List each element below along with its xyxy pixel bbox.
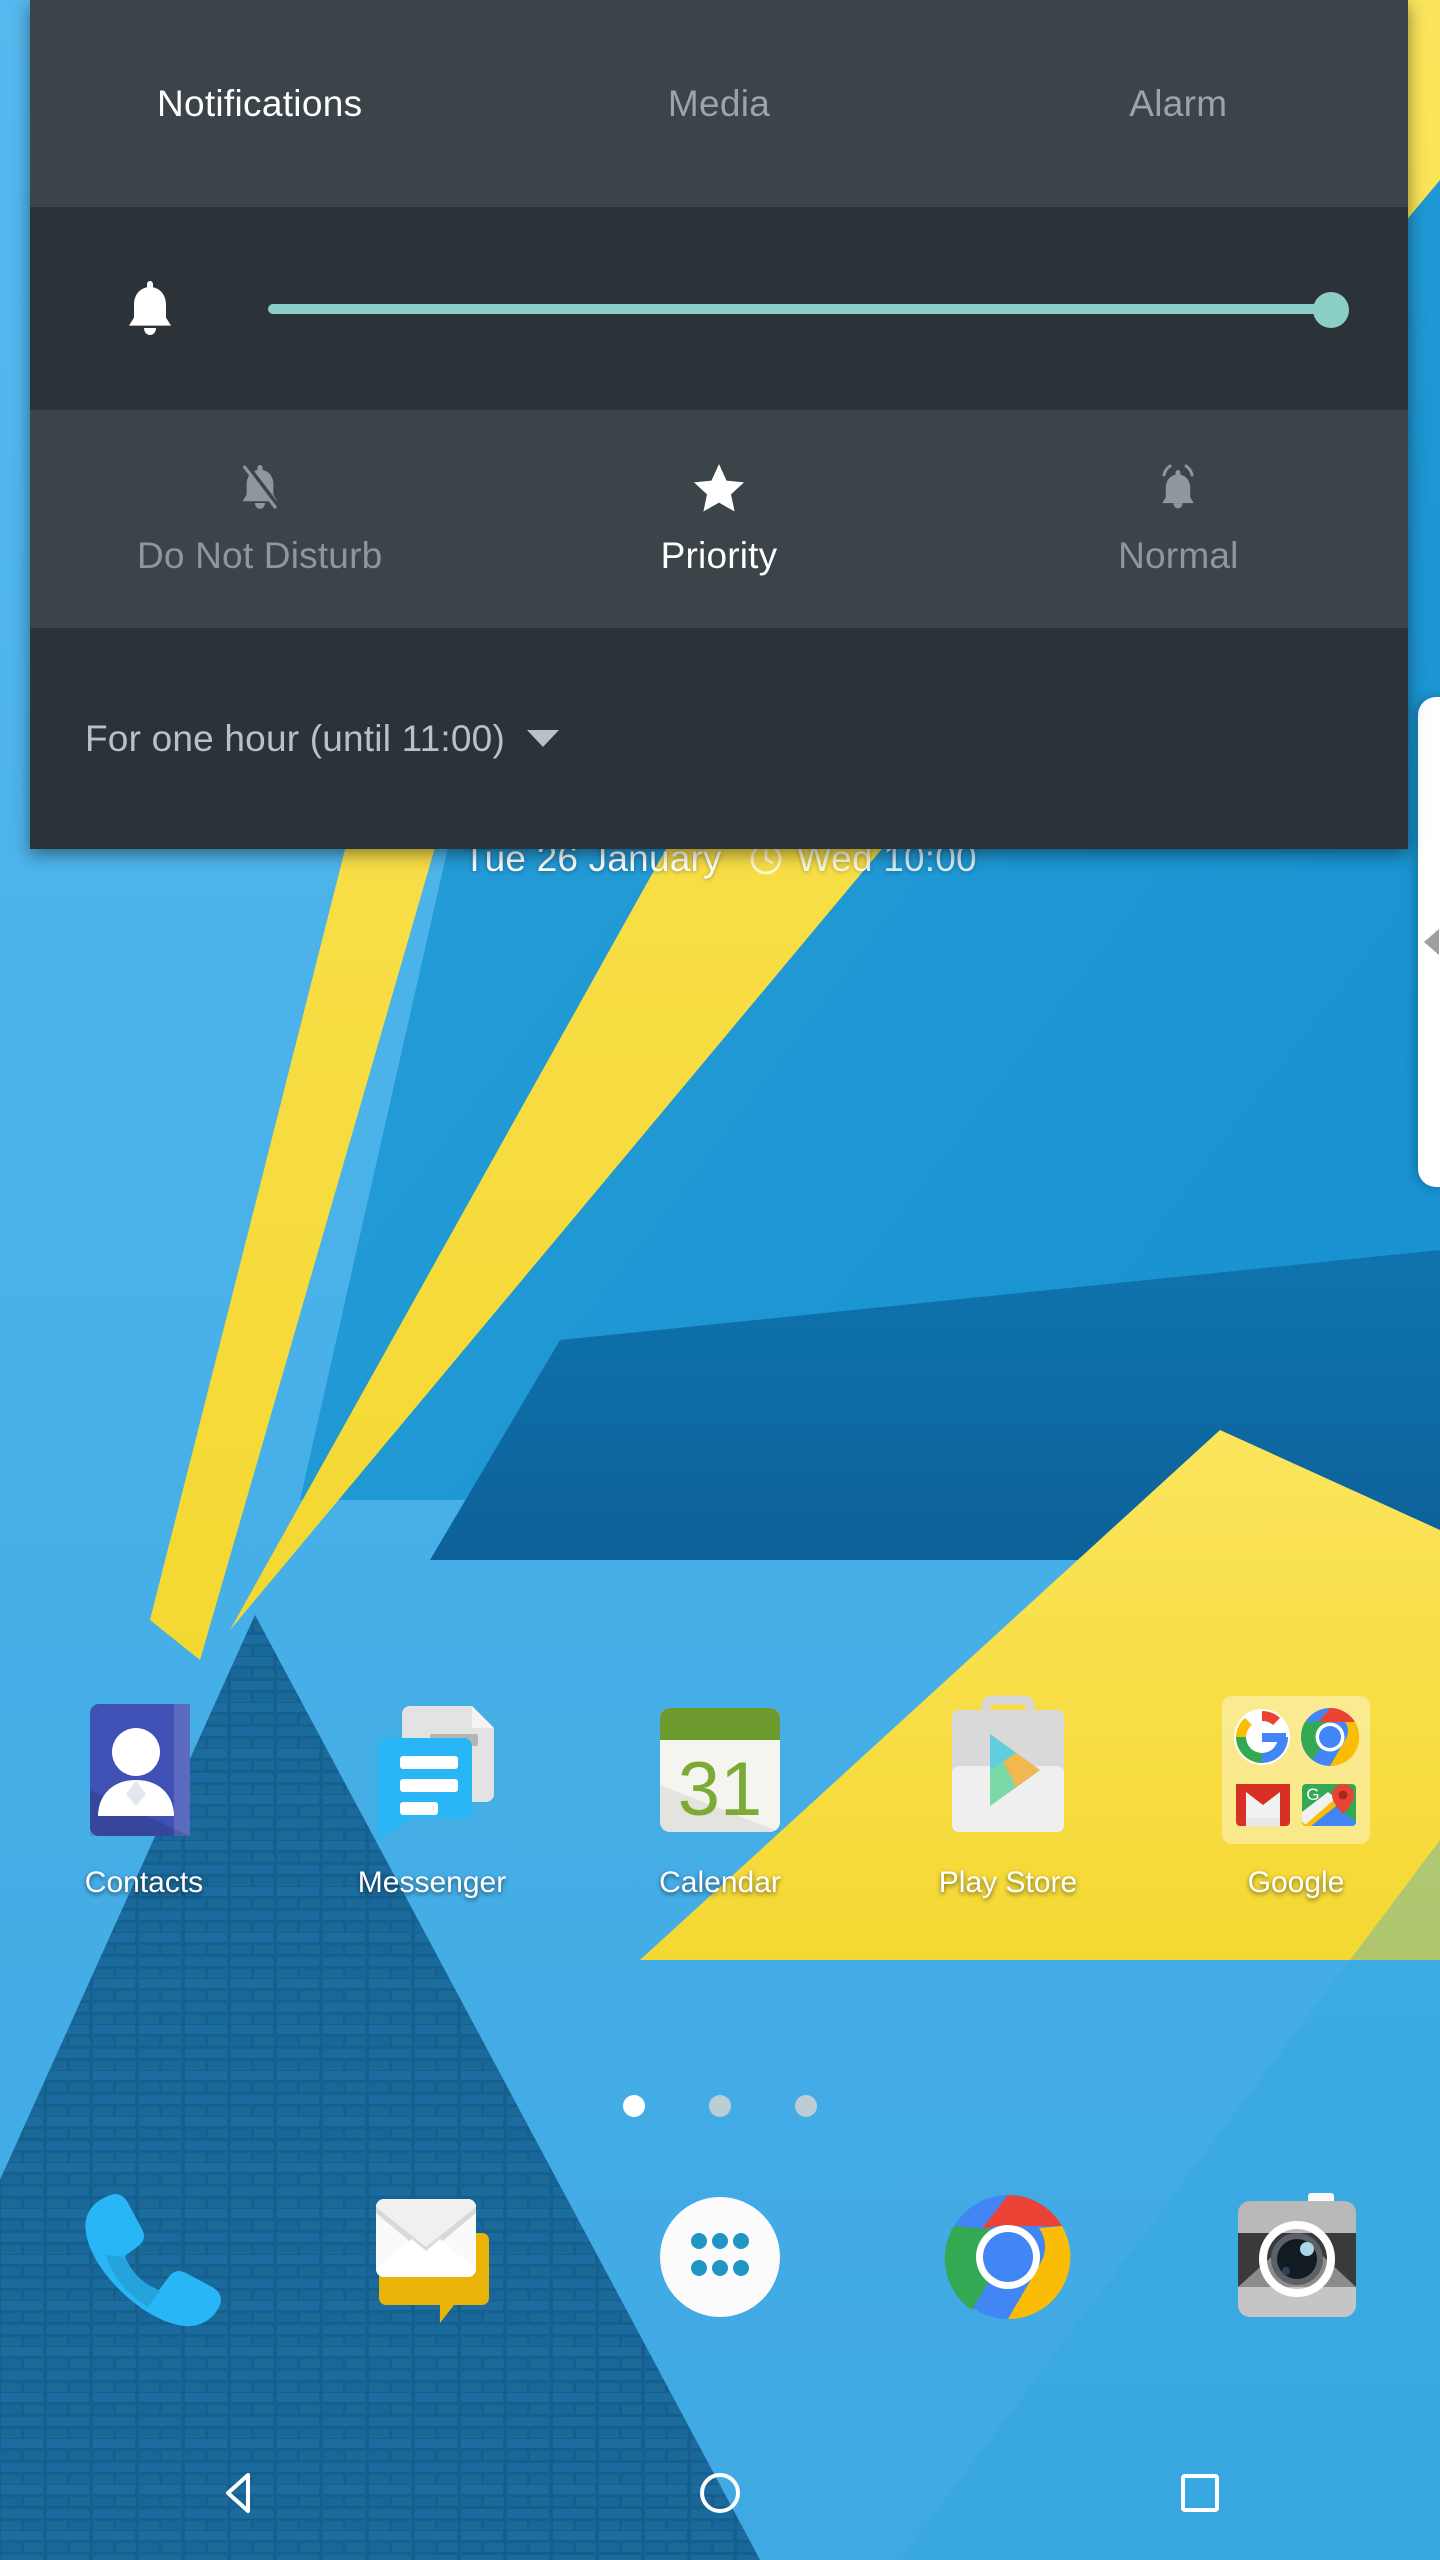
home-circle-icon <box>700 2472 740 2513</box>
mode-label: Normal <box>1118 535 1239 576</box>
bell-off-icon <box>234 461 286 513</box>
chrome-icon[interactable] <box>926 2175 1091 2340</box>
app-play-store[interactable]: Play Store <box>864 1690 1152 1900</box>
app-label: Contacts <box>84 1866 204 1899</box>
page-dot-2[interactable] <box>709 2095 731 2117</box>
navigation-bar <box>0 2425 1440 2560</box>
app-label: Google <box>1247 1866 1345 1899</box>
volume-zen-panel: Notifications Media Alarm Do Not Disturb… <box>30 0 1408 849</box>
zen-tab-bar: Notifications Media Alarm <box>30 0 1408 207</box>
recents-square-icon <box>1181 2473 1219 2512</box>
app-google-folder[interactable]: G Google <box>1152 1690 1440 1900</box>
mode-do-not-disturb[interactable]: Do Not Disturb <box>30 461 489 577</box>
mode-priority[interactable]: Priority <box>489 461 948 577</box>
app-grid-row: Contacts Messenger 31 Calendar Play Stor… <box>0 1690 1440 1900</box>
dock-item-chrome[interactable] <box>864 2175 1152 2340</box>
app-drawer-icon[interactable] <box>638 2175 803 2340</box>
dock <box>0 2175 1440 2340</box>
calendar-day-number: 31 <box>678 1747 763 1832</box>
left-arrow-icon <box>1424 929 1439 955</box>
nav-recents-button[interactable] <box>960 2467 1440 2519</box>
volume-row <box>30 207 1408 410</box>
app-label: Messenger <box>357 1866 507 1899</box>
app-messenger[interactable]: Messenger <box>288 1690 576 1900</box>
messaging-icon[interactable] <box>350 2175 515 2340</box>
zen-duration-dropdown[interactable]: For one hour (until 11:00) <box>30 628 1408 849</box>
svg-text:G: G <box>1306 1785 1319 1804</box>
contacts-icon[interactable] <box>64 1690 224 1850</box>
camera-icon[interactable] <box>1214 2175 1379 2340</box>
star-icon <box>693 461 745 513</box>
dock-item-phone[interactable] <box>0 2175 288 2340</box>
app-label: Calendar <box>659 1866 781 1899</box>
tab-notifications[interactable]: Notifications <box>30 83 489 125</box>
back-triangle-icon <box>226 2472 250 2513</box>
duration-label: For one hour (until 11:00) <box>85 717 505 759</box>
tab-label: Alarm <box>1129 82 1228 124</box>
mode-label: Priority <box>660 535 778 576</box>
slider-track <box>268 303 1346 314</box>
page-indicator <box>0 2095 1440 2117</box>
page-dot-1[interactable] <box>623 2095 645 2117</box>
page-dot-3[interactable] <box>795 2095 817 2117</box>
app-contacts[interactable]: Contacts <box>0 1690 288 1900</box>
play-store-icon[interactable] <box>928 1690 1088 1850</box>
nav-back-button[interactable] <box>0 2467 480 2519</box>
bell-icon[interactable] <box>118 277 182 341</box>
phone-icon[interactable] <box>62 2175 227 2340</box>
mode-normal[interactable]: Normal <box>949 461 1408 577</box>
volume-slider[interactable] <box>268 277 1349 341</box>
google-folder-icon[interactable]: G <box>1216 1690 1376 1850</box>
nav-home-button[interactable] <box>480 2467 960 2519</box>
messenger-icon[interactable] <box>352 1690 512 1850</box>
dock-item-camera[interactable] <box>1152 2175 1440 2340</box>
dock-item-all-apps[interactable] <box>576 2175 864 2340</box>
tab-label: Notifications <box>156 82 363 124</box>
tab-media[interactable]: Media <box>489 83 948 125</box>
bell-ring-icon <box>1152 461 1204 513</box>
caret-down-icon[interactable] <box>526 730 559 747</box>
tab-label: Media <box>667 82 771 124</box>
peek-card[interactable] <box>1418 697 1440 1187</box>
zen-mode-row: Do Not Disturb Priority Normal <box>30 410 1408 628</box>
app-calendar[interactable]: 31 Calendar <box>576 1690 864 1900</box>
app-label: Play Store <box>938 1866 1078 1899</box>
dock-item-messaging[interactable] <box>288 2175 576 2340</box>
mode-label: Do Not Disturb <box>136 535 383 576</box>
calendar-icon[interactable]: 31 <box>640 1690 800 1850</box>
slider-thumb[interactable] <box>1313 291 1349 328</box>
tab-alarm[interactable]: Alarm <box>949 83 1408 125</box>
